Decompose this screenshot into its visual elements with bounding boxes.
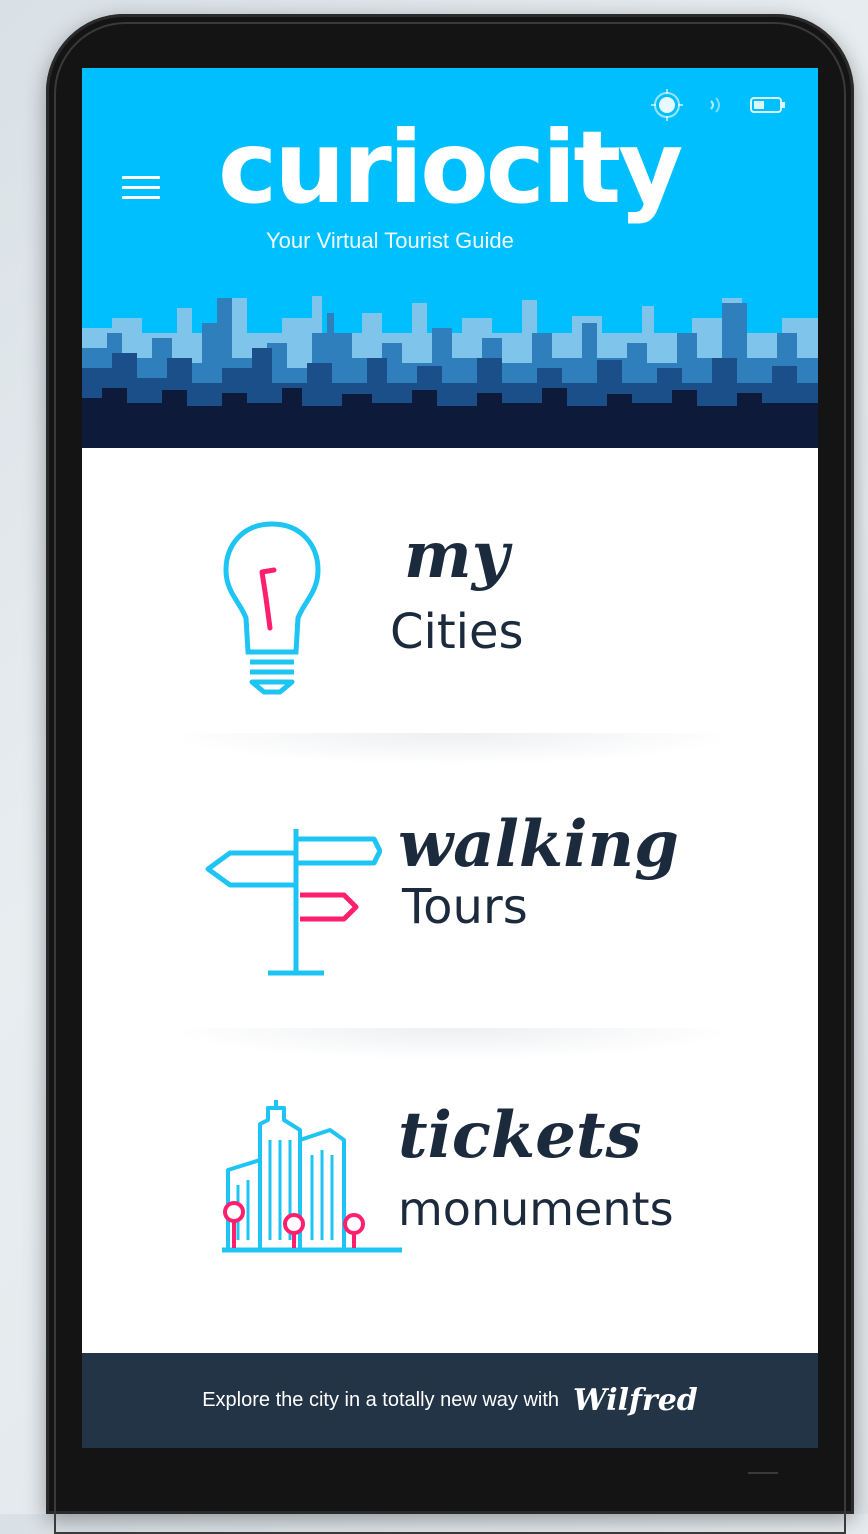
- menu-divider: [182, 733, 722, 763]
- menu-item-label: monuments: [398, 1182, 674, 1236]
- phone-device: curiocity Your Virtual Tourist Guide my …: [46, 14, 854, 1534]
- menu-item-label: Tours: [402, 879, 528, 935]
- buildings-icon: [222, 1100, 402, 1265]
- menu-item-tickets-monuments[interactable]: tickets monuments: [82, 1078, 818, 1338]
- footer-text: Explore the city in a totally new way wi…: [202, 1389, 560, 1411]
- signal-icon: [706, 94, 728, 116]
- hamburger-menu-icon[interactable]: [122, 176, 162, 206]
- lightbulb-icon: [222, 518, 322, 703]
- menu-item-script-label: my: [404, 518, 509, 593]
- app-screen: curiocity Your Virtual Tourist Guide my …: [82, 68, 818, 1448]
- menu-divider: [182, 1028, 722, 1058]
- menu-item-my-cities[interactable]: my Cities: [82, 498, 818, 758]
- menu-item-script-label: walking: [398, 807, 679, 882]
- main-menu: my Cities walking Tours tickets monument…: [82, 448, 818, 1353]
- app-header: curiocity Your Virtual Tourist Guide: [82, 68, 818, 448]
- brand-logo: curiocity: [218, 109, 683, 226]
- signpost-icon: [202, 823, 383, 988]
- app-tagline: Your Virtual Tourist Guide: [266, 228, 514, 253]
- menu-item-script-label: tickets: [398, 1098, 642, 1173]
- footer-brand-logo: Wilfred: [573, 1383, 698, 1418]
- menu-item-label: Cities: [390, 604, 524, 660]
- menu-item-walking-tours[interactable]: walking Tours: [82, 783, 818, 1043]
- footer-banner: Explore the city in a totally new way wi…: [82, 1353, 818, 1448]
- home-indicator: [748, 1472, 778, 1474]
- battery-icon: [750, 96, 786, 114]
- city-skyline-illustration: [82, 296, 818, 448]
